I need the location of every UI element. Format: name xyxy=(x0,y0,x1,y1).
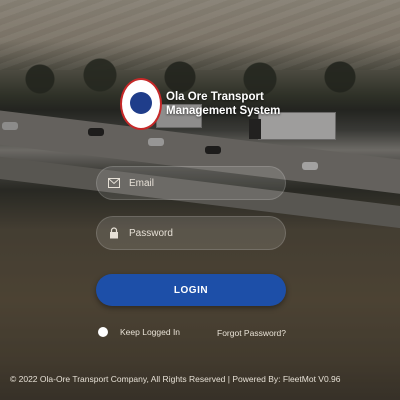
brand-title-line1: Ola Ore Transport xyxy=(166,91,264,103)
brand-title-line2: Management System xyxy=(166,105,281,117)
keep-logged-in-label: Keep Logged In xyxy=(120,327,181,337)
login-button[interactable]: LOGIN xyxy=(96,274,286,306)
brand-title: Ola Ore Transport Management System xyxy=(166,90,280,118)
company-logo xyxy=(120,78,162,130)
keep-logged-in-toggle[interactable]: Keep Logged In xyxy=(98,327,180,337)
brand-header: Ola Ore Transport Management System xyxy=(120,78,280,130)
lock-icon xyxy=(107,226,121,240)
password-input[interactable] xyxy=(127,226,285,240)
envelope-icon xyxy=(107,176,121,190)
email-input[interactable] xyxy=(127,176,285,190)
footer-copyright: © 2022 Ola-Ore Transport Company, All Ri… xyxy=(10,374,341,384)
password-field-container[interactable] xyxy=(96,216,286,250)
forgot-password-link[interactable]: Forgot Password? xyxy=(217,328,286,338)
keep-logged-in-radio[interactable] xyxy=(98,327,108,337)
email-field-container[interactable] xyxy=(96,166,286,200)
dark-overlay xyxy=(0,0,400,400)
